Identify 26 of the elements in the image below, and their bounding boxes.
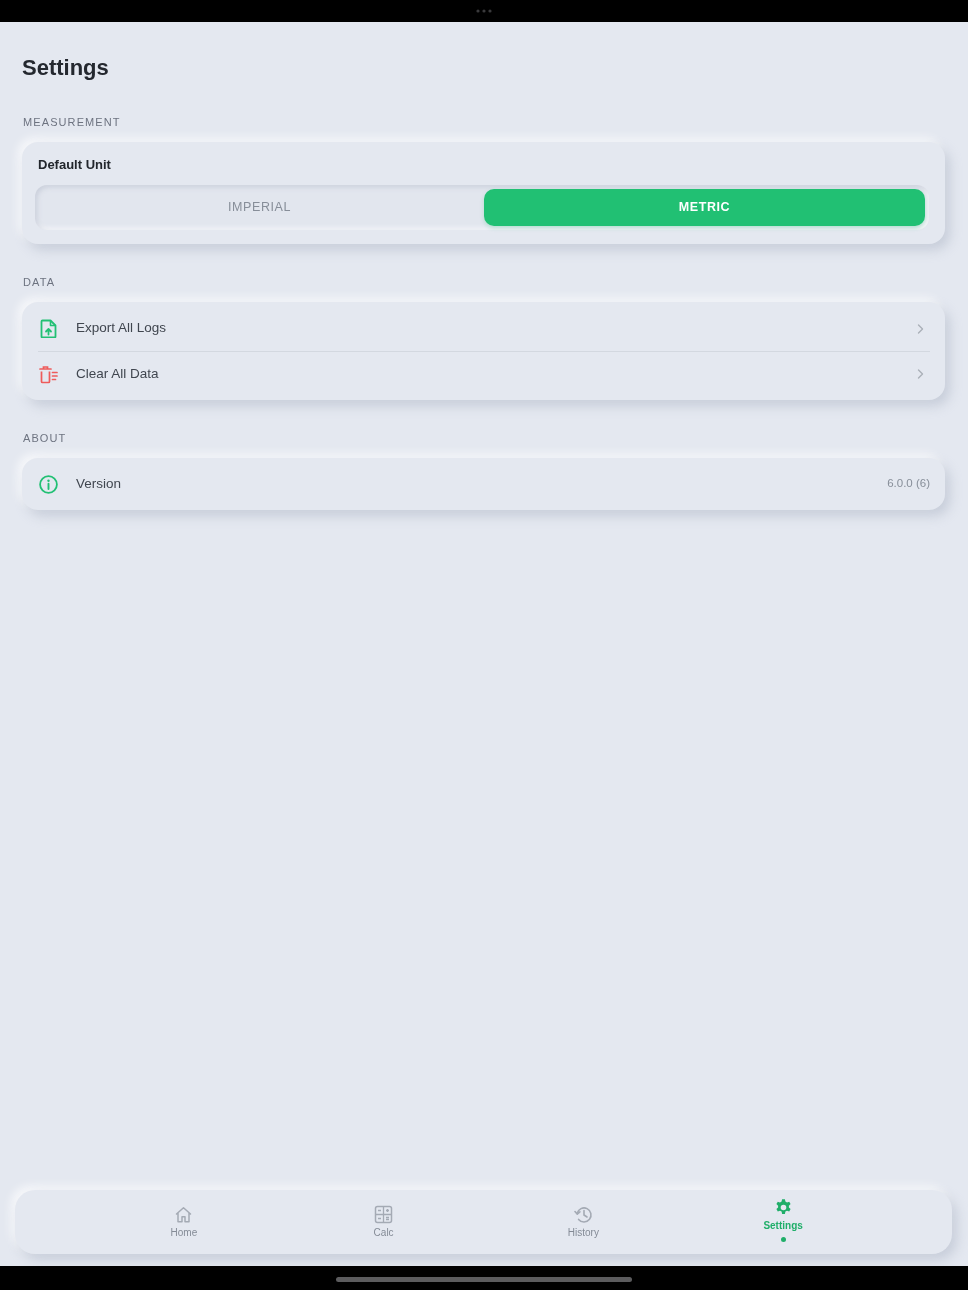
field-label: Default Unit — [38, 156, 112, 174]
info-icon — [39, 474, 58, 494]
home-indicator[interactable] — [336, 1277, 632, 1282]
section-heading: MEASUREMENT — [23, 115, 122, 129]
tab-item[interactable]: History — [543, 1190, 624, 1254]
history-icon — [573, 1205, 593, 1224]
trash-list-icon — [39, 364, 58, 384]
version-value: 6.0.0 (6) — [887, 476, 930, 492]
tab-item[interactable]: Calc — [343, 1190, 424, 1254]
tab-item[interactable]: Home — [143, 1190, 224, 1254]
chevron-right-icon — [917, 369, 924, 379]
home-icon — [174, 1205, 194, 1224]
section-heading: DATA — [23, 275, 57, 289]
chevron-right-icon — [917, 323, 924, 334]
row-label: Version — [76, 474, 123, 493]
more-dots-icon[interactable] — [476, 9, 492, 13]
page-title: Settings — [22, 54, 110, 82]
segment-option[interactable]: METRIC — [484, 189, 925, 226]
segment-option[interactable]: IMPERIAL — [39, 189, 480, 226]
active-dot-icon — [780, 1237, 786, 1242]
calculator-icon — [374, 1205, 394, 1224]
list-item[interactable]: Export All Logs — [38, 306, 930, 351]
section-heading: ABOUT — [23, 431, 68, 445]
document-upload-icon — [39, 319, 58, 338]
list-item[interactable]: Clear All Data — [38, 351, 930, 396]
tab-item[interactable]: Settings — [743, 1190, 824, 1254]
